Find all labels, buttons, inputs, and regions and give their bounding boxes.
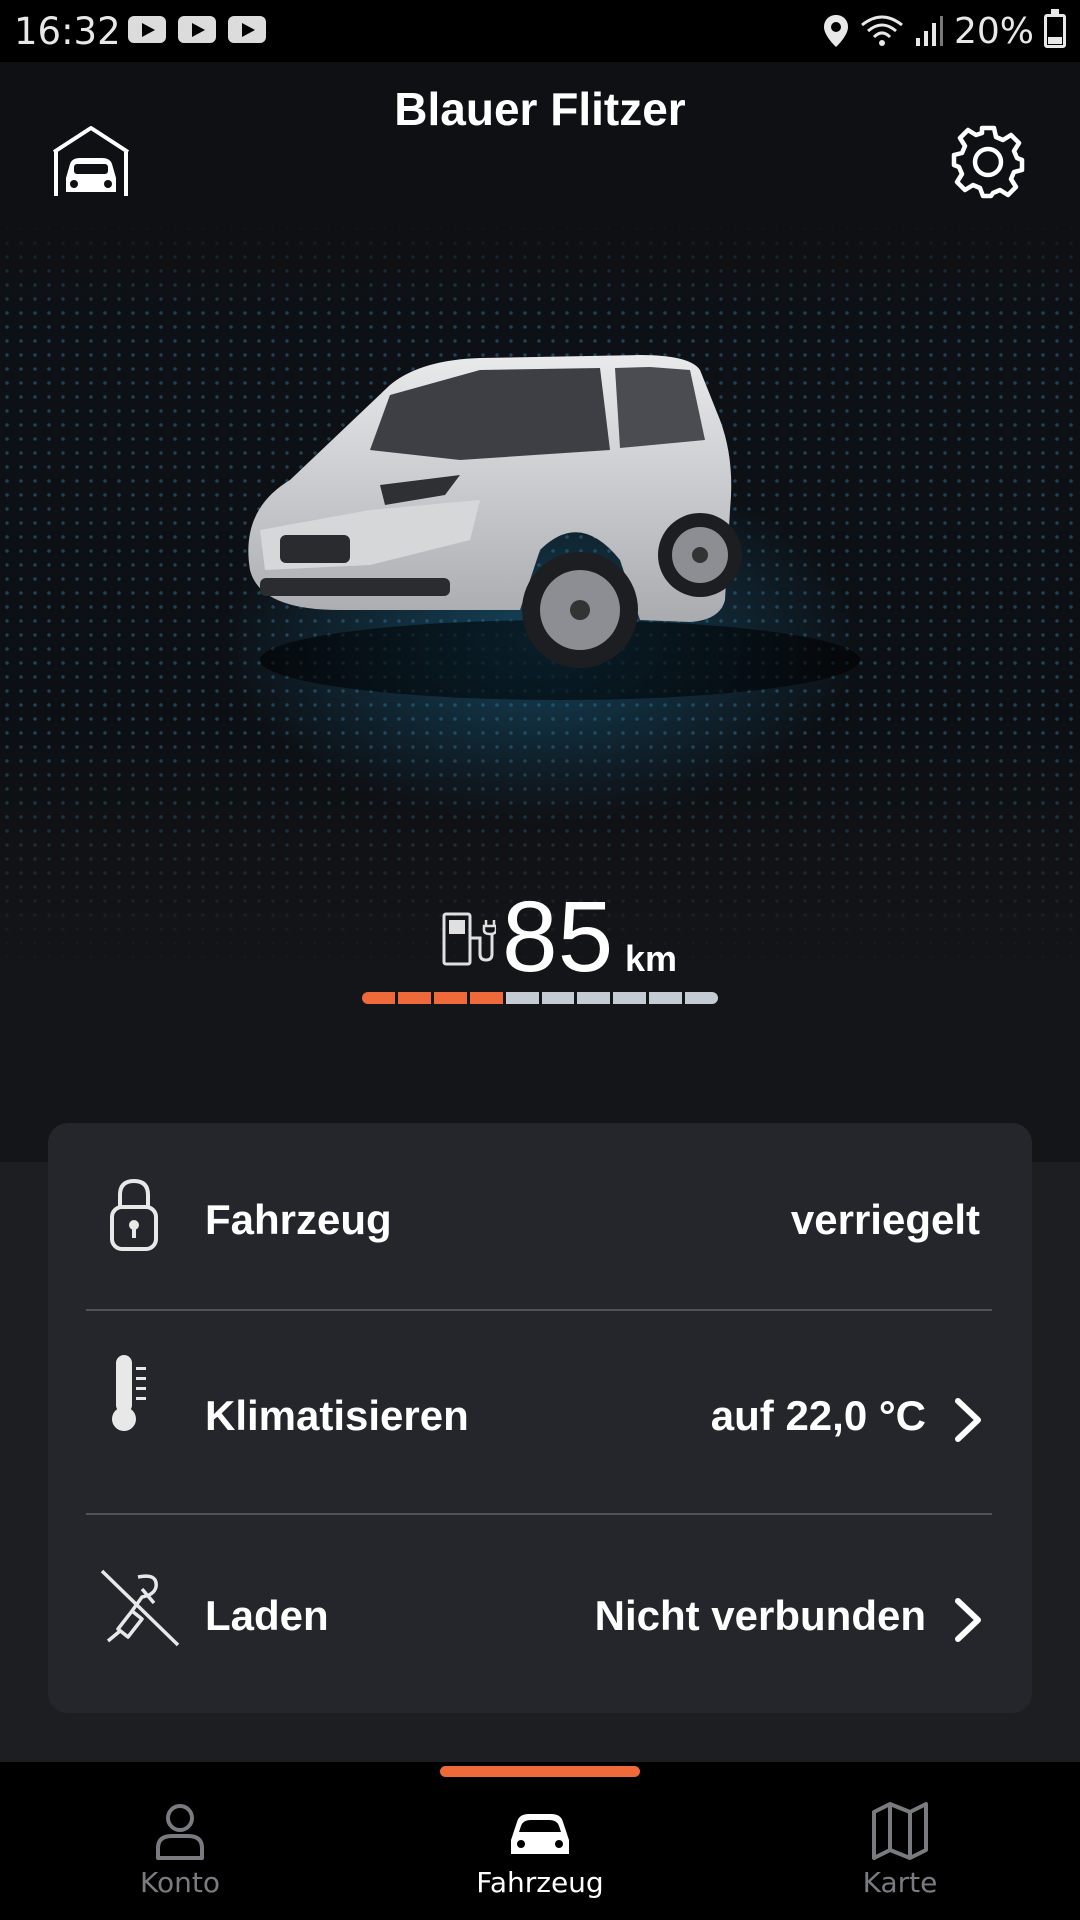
- signal-icon: [915, 16, 943, 46]
- range-bar-segment: [649, 992, 683, 1004]
- location-icon: [823, 15, 848, 47]
- range-bar-segment: [433, 992, 467, 1004]
- battery-icon: [1044, 9, 1066, 48]
- youtube-icon: [228, 16, 266, 43]
- status-label: Laden: [205, 1592, 329, 1639]
- chevron-right-icon: [955, 1598, 981, 1642]
- lock-icon: [110, 1178, 158, 1251]
- range-bar-segment: [469, 992, 503, 1004]
- page-title: Blauer Flitzer: [394, 83, 686, 135]
- status-row-lock: Fahrzeug verriegelt: [48, 1123, 1032, 1303]
- charging-off-icon: [100, 1569, 180, 1647]
- battery-percent: 20%: [953, 10, 1034, 52]
- range-bar-segment: [397, 992, 431, 1004]
- nav-tab-fahrzeug[interactable]: Fahrzeug: [420, 1800, 660, 1910]
- car-image: [248, 355, 860, 700]
- youtube-icon: [178, 16, 216, 43]
- range-bar: [362, 992, 719, 1004]
- range-bar-segment: [685, 992, 719, 1004]
- nav-label: Karte: [862, 1866, 938, 1899]
- chevron-right-icon: [955, 1398, 981, 1442]
- range-value: 85: [502, 881, 614, 993]
- status-label: Fahrzeug: [205, 1196, 392, 1243]
- range-bar-segment: [505, 992, 539, 1004]
- youtube-icon: [128, 16, 166, 43]
- map-icon: [872, 1802, 928, 1860]
- status-row-climate[interactable]: Klimatisieren auf 22,0 °C: [48, 1313, 1032, 1493]
- nav-tab-karte[interactable]: Karte: [780, 1800, 1020, 1910]
- garage-icon[interactable]: [50, 122, 132, 204]
- vehicle-status-card: Fahrzeug verriegelt Klimatisieren auf 22…: [48, 1123, 1032, 1713]
- nav-tab-konto[interactable]: Konto: [60, 1800, 300, 1910]
- thermometer-icon: [112, 1355, 146, 1431]
- range-bar-segment: [541, 992, 575, 1004]
- status-value: auf 22,0 °C: [710, 1392, 926, 1439]
- status-label: Klimatisieren: [205, 1392, 469, 1439]
- fuel-charge-icon: [442, 912, 496, 966]
- divider: [86, 1309, 992, 1311]
- settings-icon[interactable]: [948, 122, 1028, 202]
- car-icon: [511, 1814, 569, 1854]
- status-row-charging[interactable]: Laden Nicht verbunden: [48, 1517, 1032, 1697]
- status-bar: 16:32 20%: [0, 0, 1080, 62]
- nav-label: Konto: [140, 1866, 220, 1899]
- range-bar-segment: [577, 992, 611, 1004]
- status-time: 16:32: [14, 10, 121, 53]
- wifi-icon: [861, 15, 903, 46]
- range-bar-segment: [613, 992, 647, 1004]
- status-value: verriegelt: [790, 1196, 980, 1243]
- divider: [86, 1513, 992, 1515]
- active-tab-indicator: [440, 1766, 640, 1777]
- range-unit: km: [625, 938, 678, 979]
- nav-label: Fahrzeug: [476, 1866, 604, 1899]
- status-value: Nicht verbunden: [594, 1592, 926, 1639]
- range-bar-segment: [362, 992, 395, 1004]
- person-icon: [156, 1804, 204, 1860]
